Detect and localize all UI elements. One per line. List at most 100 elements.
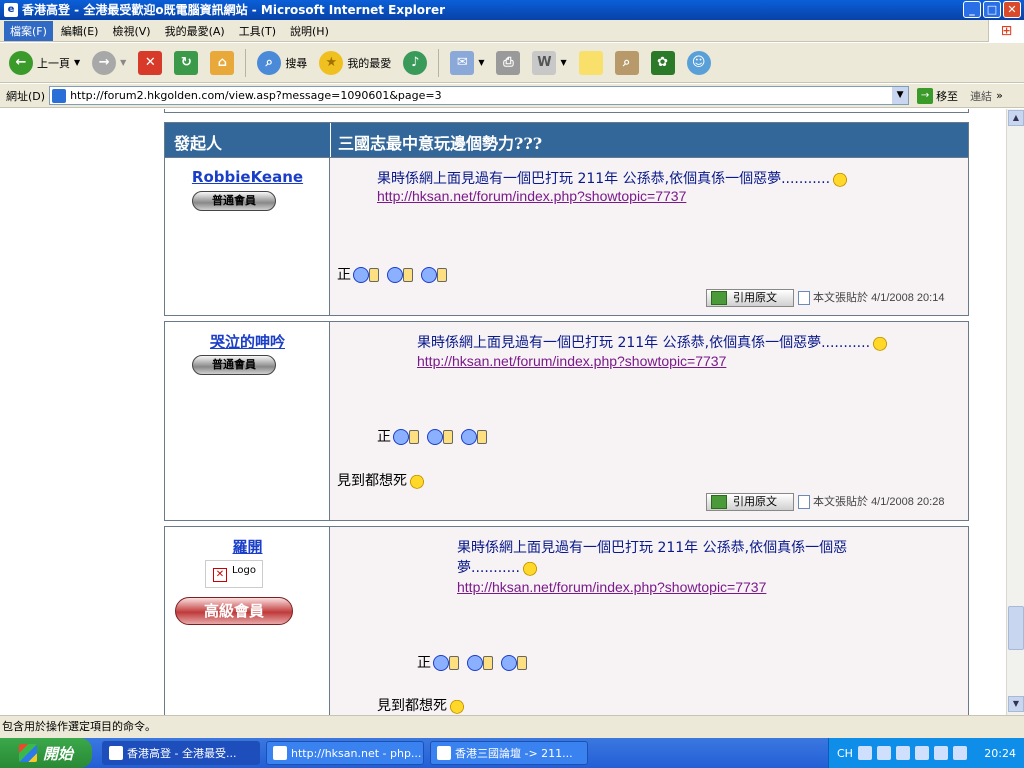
forward-dropdown-icon[interactable]: ▼ — [120, 58, 126, 67]
post-2: 哭泣的呻吟 普通會員 果時係網上面見過有一個巴打玩 211年 公孫恭,依個真係一… — [164, 321, 969, 521]
thumbs-up-icon — [437, 268, 447, 282]
mail-button[interactable]: ✉ ▼ — [447, 49, 487, 77]
post-date: 4/1/2008 20:14 — [871, 292, 945, 304]
back-button[interactable]: ← 上一頁 ▼ — [6, 49, 83, 77]
smiley-icon — [870, 335, 891, 351]
language-indicator[interactable]: CH — [837, 747, 853, 760]
address-url: http://forum2.hkgolden.com/view.asp?mess… — [70, 89, 442, 102]
research-icon: ⌕ — [614, 50, 639, 75]
forward-button[interactable]: → ▼ — [89, 49, 129, 77]
quote-button[interactable]: 引用原文 — [706, 493, 794, 511]
ime-icon[interactable] — [895, 746, 910, 760]
menu-edit[interactable]: 編輯(E) — [55, 21, 105, 41]
menu-help[interactable]: 說明(H) — [284, 21, 335, 41]
address-label: 網址(D) — [6, 89, 46, 103]
thumbs-up-icon — [517, 656, 527, 670]
keyboard-icon[interactable] — [857, 746, 872, 760]
back-dropdown-icon[interactable]: ▼ — [74, 58, 80, 67]
start-button[interactable]: 開始 — [0, 738, 92, 768]
ie-icon — [273, 746, 287, 760]
nested-prefix: 正 — [377, 429, 391, 445]
quoted-link[interactable]: http://hksan.net/forum/index.php?showtop… — [457, 579, 766, 595]
discuss-button[interactable] — [576, 49, 606, 77]
reply-text: 見到都想死 — [337, 473, 407, 489]
minimize-button[interactable]: _ — [963, 1, 981, 18]
menu-bar: 檔案(F) 編輯(E) 檢視(V) 我的最愛(A) 工具(T) 說明(H) ⊞ — [0, 20, 1024, 42]
research-button[interactable]: ⌕ — [612, 49, 642, 77]
smiley-icon — [447, 698, 467, 714]
document-icon — [798, 291, 810, 306]
go-arrow-icon: → — [917, 87, 934, 104]
quoted-link[interactable]: http://hksan.net/forum/index.php?showtop… — [417, 353, 726, 369]
refresh-button[interactable]: ↻ — [171, 49, 201, 77]
page-icon — [52, 88, 67, 103]
messenger-button[interactable]: ☺ — [684, 49, 714, 77]
scroll-thumb[interactable] — [1008, 606, 1024, 650]
window-titlebar[interactable]: e 香港高登 - 全港最受歡迎o既電腦資訊網站 - Microsoft Inte… — [0, 0, 1024, 20]
system-tray: CH 20:24 — [828, 738, 1024, 768]
ie-icon: e — [4, 3, 18, 17]
thumbs-up-smiley-icon — [433, 655, 449, 671]
menu-view[interactable]: 檢視(V) — [106, 21, 156, 41]
edit-button[interactable]: W ▼ — [529, 49, 569, 77]
post-username[interactable]: 羅開 — [165, 536, 330, 557]
media-button[interactable]: ♪ — [400, 49, 430, 77]
go-button[interactable]: → 移至 — [913, 87, 962, 104]
edit-icon: W — [532, 50, 557, 75]
messenger-icon: ☺ — [686, 50, 711, 75]
vertical-scrollbar[interactable]: ▲ ▼ — [1006, 109, 1024, 715]
links-button[interactable]: 連結 — [970, 88, 992, 104]
quote-button-label: 引用原文 — [733, 495, 777, 508]
favorites-button[interactable]: ★ 我的最愛 — [316, 49, 394, 77]
windows-flag-icon — [18, 744, 37, 762]
toolbar: ← 上一頁 ▼ → ▼ ✕ ↻ ⌂ ⌕ 搜尋 ★ 我的最愛 ♪ ✉ ▼ ⎙ W … — [0, 43, 1024, 83]
menu-tools[interactable]: 工具(T) — [233, 21, 282, 41]
links-expand-icon[interactable]: » — [996, 89, 1003, 102]
help-icon[interactable] — [876, 746, 891, 760]
network-icon[interactable] — [933, 746, 948, 760]
taskbar-item-hksan-php[interactable]: http://hksan.net - php... — [266, 741, 424, 765]
clock[interactable]: 20:24 — [984, 747, 1016, 760]
home-button[interactable]: ⌂ — [207, 49, 237, 77]
address-input[interactable]: http://forum2.hkgolden.com/view.asp?mess… — [49, 86, 910, 105]
thread-header: 發起人 三國志最中意玩邊個勢力??? — [164, 122, 969, 158]
thumbs-up-smiley-icon — [421, 267, 437, 283]
scroll-up-icon[interactable]: ▲ — [1008, 110, 1024, 126]
volume-icon[interactable] — [952, 746, 967, 760]
close-button[interactable]: ✕ — [1003, 1, 1021, 18]
address-dropdown-icon[interactable]: ▼ — [892, 87, 909, 104]
maximize-button[interactable]: □ — [983, 1, 1001, 18]
mail-icon: ✉ — [450, 50, 475, 75]
post-username[interactable]: 哭泣的呻吟 — [165, 331, 330, 352]
taskbar-item-label: 香港高登 - 全港最受... — [127, 747, 237, 760]
thumbs-up-icon — [369, 268, 379, 282]
smiley-icon — [519, 560, 540, 576]
post-username[interactable]: RobbieKeane — [165, 168, 330, 186]
back-label: 上一頁 — [37, 56, 70, 70]
edit-dropdown-icon[interactable]: ▼ — [560, 58, 566, 67]
nested-reply-line: 正 — [417, 652, 533, 672]
menu-file[interactable]: 檔案(F) — [4, 20, 53, 41]
mail-dropdown-icon[interactable]: ▼ — [478, 58, 484, 67]
thread-title: 三國志最中意玩邊個勢力??? — [338, 134, 543, 153]
toolbar-separator — [438, 48, 440, 77]
stop-button[interactable]: ✕ — [135, 49, 165, 77]
expand-tray-icon[interactable] — [914, 746, 929, 760]
taskbar: 開始 香港高登 - 全港最受... http://hksan.net - php… — [0, 738, 1024, 768]
scroll-down-icon[interactable]: ▼ — [1008, 696, 1024, 712]
address-bar: 網址(D) http://forum2.hkgolden.com/view.as… — [0, 84, 1024, 108]
quote-button[interactable]: 引用原文 — [706, 289, 794, 307]
taskbar-item-hksan-forum[interactable]: 香港三國論壇 -> 211... — [430, 741, 588, 765]
post-meta: 本文張貼於 4/1/2008 20:14 — [798, 289, 945, 306]
menu-favorites[interactable]: 我的最愛(A) — [159, 21, 231, 41]
post-meta: 本文張貼於 4/1/2008 20:28 — [798, 493, 944, 510]
quoted-link[interactable]: http://hksan.net/forum/index.php?showtop… — [377, 188, 686, 204]
print-button[interactable]: ⎙ — [493, 49, 523, 77]
start-label: 開始 — [42, 744, 73, 763]
thumbs-up-icon — [403, 268, 413, 282]
icq-button[interactable]: ✿ — [648, 49, 678, 77]
thumbs-up-icon — [449, 656, 459, 670]
status-bar: 包含用於操作選定項目的命令。 — [0, 715, 1024, 738]
taskbar-item-hkgolden[interactable]: 香港高登 - 全港最受... — [102, 741, 260, 765]
search-button[interactable]: ⌕ 搜尋 — [254, 49, 310, 77]
